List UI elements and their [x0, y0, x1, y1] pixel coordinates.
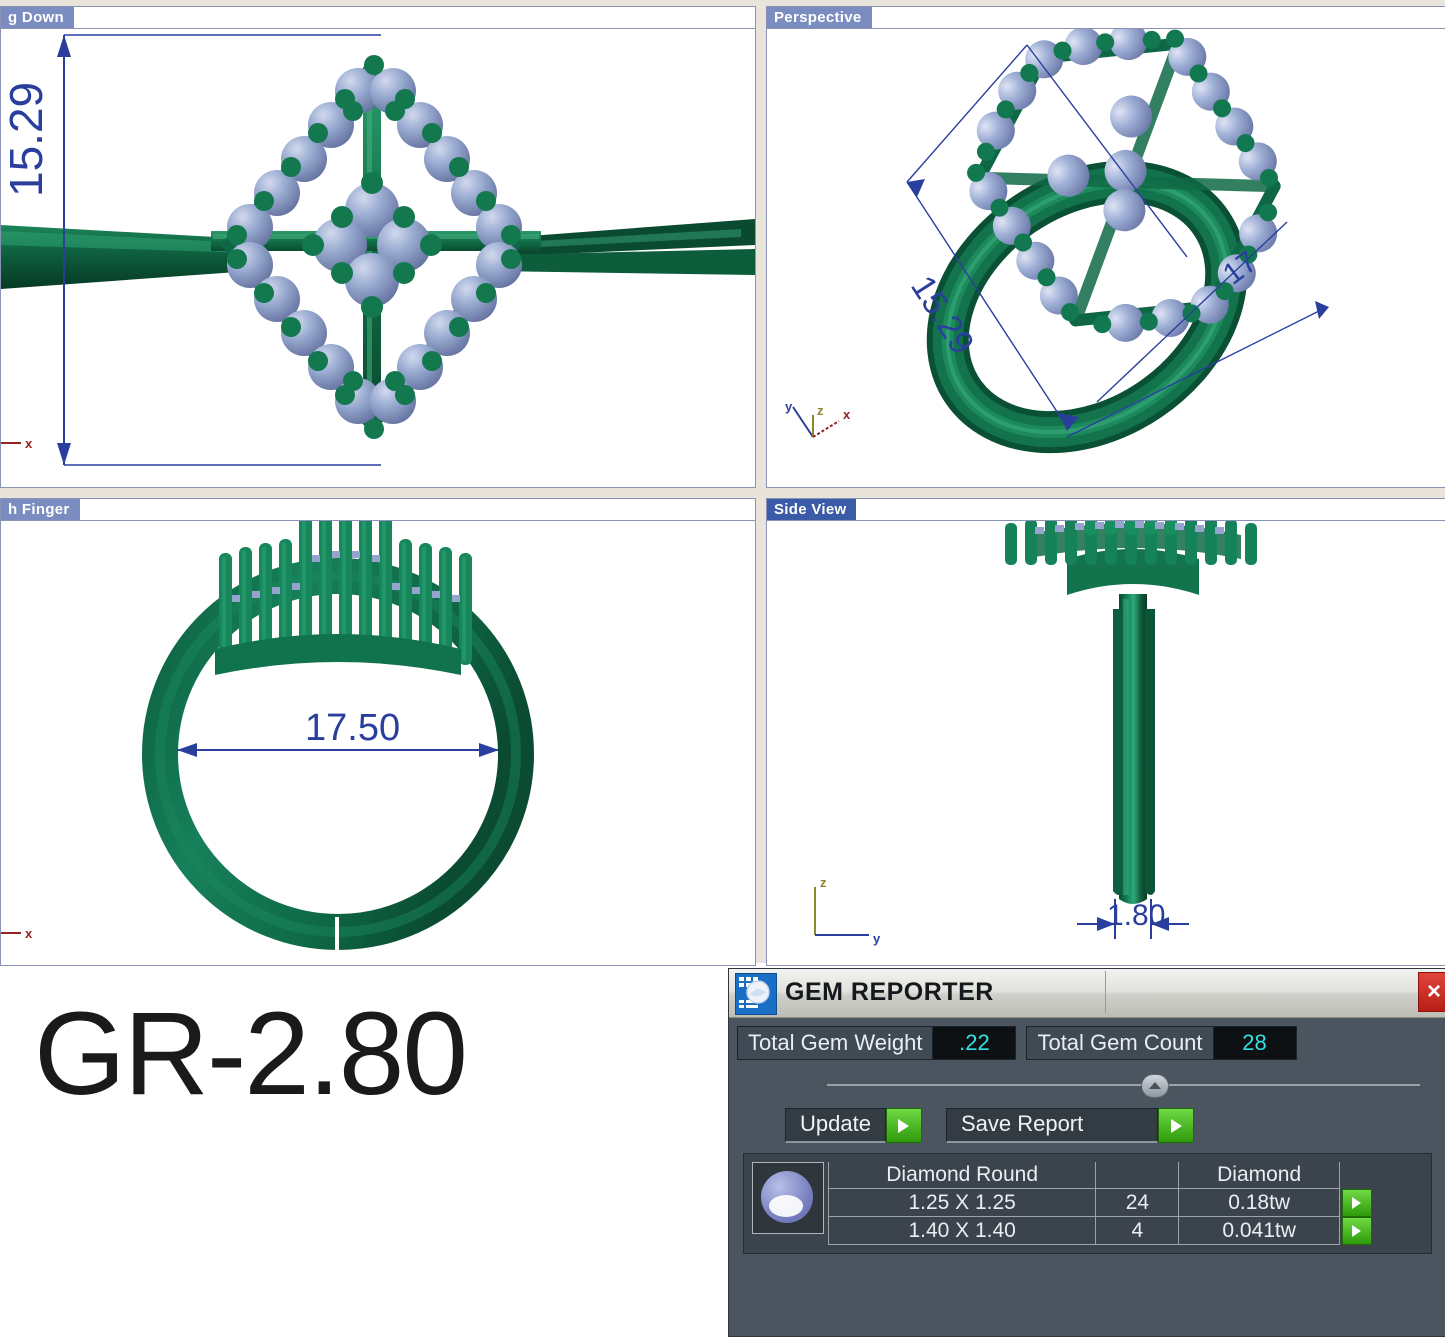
total-gem-weight-value: .22 [933, 1027, 1015, 1059]
viewport-perspective[interactable]: Perspective [766, 6, 1445, 488]
gem-thumbnail[interactable] [752, 1162, 824, 1234]
column-header-type: Diamond [1179, 1162, 1339, 1189]
total-gem-weight-label: Total Gem Weight [738, 1027, 933, 1059]
dimension-17-50: 17.50 [305, 707, 400, 750]
column-header-action-spacer [1339, 1162, 1422, 1189]
gem-weight: 0.041tw [1179, 1217, 1339, 1245]
gem-reporter-title: GEM REPORTER [785, 978, 994, 1007]
dimension-15-29: 15.29 [0, 82, 53, 197]
table-row[interactable]: 1.40 X 1.40 4 0.041tw [829, 1217, 1423, 1245]
total-gem-count-value: 28 [1214, 1027, 1296, 1059]
gem-reporter-app-icon [735, 973, 777, 1015]
row-action-cell [1339, 1189, 1422, 1217]
save-report-button-label: Save Report [946, 1108, 1158, 1143]
row-play-icon[interactable] [1342, 1189, 1372, 1217]
slider-knob-up-icon[interactable] [1141, 1074, 1169, 1098]
gem-reporter-titlebar[interactable]: GEM REPORTER × [729, 969, 1445, 1018]
dimension-1-80: 1.80 [1107, 899, 1165, 933]
gem-weight: 0.18tw [1179, 1189, 1339, 1217]
svg-text:x: x [25, 436, 33, 451]
svg-text:y: y [873, 931, 881, 946]
gem-count: 4 [1096, 1217, 1179, 1245]
viewport-label-strip-bottom-left [1, 499, 755, 521]
column-header-count-spacer [1096, 1162, 1179, 1189]
close-icon[interactable]: × [1418, 972, 1445, 1012]
table-row[interactable]: 1.25 X 1.25 24 0.18tw [829, 1189, 1423, 1217]
table-header-row: Diamond Round Diamond [829, 1162, 1423, 1189]
total-gem-weight-field[interactable]: Total Gem Weight .22 [737, 1026, 1016, 1060]
slider-track [827, 1084, 1420, 1086]
gem-thumbnail-highlight [769, 1195, 803, 1217]
svg-text:y: y [785, 399, 793, 414]
axis-gizmo-perspective: y z x [781, 397, 867, 447]
titlebar-divider [1105, 971, 1106, 1013]
viewport-looking-down[interactable]: g Down [0, 6, 756, 488]
gem-table-panel: Diamond Round Diamond 1.25 X 1.25 24 0.1… [743, 1153, 1432, 1254]
total-gem-count-field[interactable]: Total Gem Count 28 [1026, 1026, 1296, 1060]
svg-text:x: x [843, 407, 851, 422]
gem-reporter-body: Total Gem Weight .22 Total Gem Count 28 … [729, 1018, 1445, 1254]
axis-gizmo-x-bottom-left: x [1, 919, 47, 945]
part-code: GR-2.80 [34, 995, 466, 1113]
save-report-button[interactable]: Save Report [946, 1108, 1194, 1143]
viewport-label-strip-bottom-right [767, 499, 1445, 521]
gem-size: 1.25 X 1.25 [829, 1189, 1096, 1217]
gem-reporter-actions: Update Save Report [785, 1108, 1438, 1143]
dimension-arrows-top-left [1, 7, 755, 487]
panel-collapse-slider[interactable] [741, 1074, 1434, 1096]
row-action-cell [1339, 1217, 1422, 1245]
update-button[interactable]: Update [785, 1108, 922, 1143]
total-gem-count-label: Total Gem Count [1027, 1027, 1213, 1059]
svg-text:x: x [25, 926, 33, 941]
viewport-label-side-view: Side View [766, 499, 856, 520]
viewport-label-perspective: Perspective [766, 7, 872, 28]
perspective-render [767, 7, 1445, 487]
save-report-play-icon[interactable] [1158, 1108, 1194, 1143]
viewport-side-view[interactable]: Side View [766, 498, 1445, 966]
viewport-label-through-finger: h Finger [0, 499, 80, 520]
gem-totals-row: Total Gem Weight .22 Total Gem Count 28 [737, 1026, 1438, 1060]
gem-table: Diamond Round Diamond 1.25 X 1.25 24 0.1… [828, 1162, 1423, 1245]
update-play-icon[interactable] [886, 1108, 922, 1143]
gem-reporter-window[interactable]: GEM REPORTER × Total Gem Weight .22 Tota… [728, 968, 1445, 1337]
axis-gizmo-side-view: z y [797, 871, 893, 949]
update-button-label: Update [785, 1108, 886, 1143]
close-glyph: × [1419, 973, 1445, 1011]
svg-text:z: z [817, 403, 824, 418]
axis-gizmo-x-top-left: x [1, 429, 47, 455]
column-header-shape: Diamond Round [829, 1162, 1096, 1189]
gem-size: 1.40 X 1.40 [829, 1217, 1096, 1245]
gem-count: 24 [1096, 1189, 1179, 1217]
viewport-grid: g Down [0, 0, 1445, 963]
viewport-through-finger[interactable]: h Finger [0, 498, 756, 966]
svg-text:z: z [820, 875, 827, 890]
row-play-icon[interactable] [1342, 1217, 1372, 1245]
